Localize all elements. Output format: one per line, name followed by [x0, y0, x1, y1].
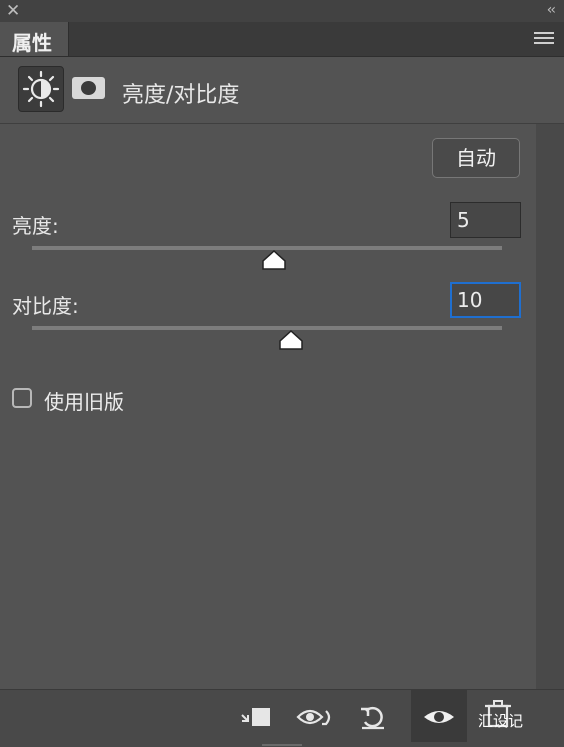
brightness-field[interactable]: 5 [450, 202, 521, 238]
properties-content: 自动 亮度: 5 对比度: 10 使用旧版 [0, 124, 536, 689]
adjustment-header: 亮度/对比度 [0, 57, 564, 124]
brightness-label: 亮度: [12, 214, 59, 238]
use-legacy-checkbox[interactable] [12, 388, 32, 408]
brightness-slider-thumb[interactable] [261, 250, 287, 270]
contrast-slider-track[interactable] [32, 326, 502, 330]
clip-to-layer-icon[interactable] [238, 702, 274, 732]
tab-properties-label: 属性 [12, 31, 52, 55]
adjustment-title: 亮度/对比度 [122, 83, 240, 108]
use-legacy-label[interactable]: 使用旧版 [44, 386, 124, 415]
toggle-visibility-icon[interactable] [421, 702, 457, 732]
watermark-text: 汇设记 [478, 712, 524, 730]
panel-menu-icon[interactable] [534, 32, 554, 46]
tab-strip: 属性 [0, 22, 564, 57]
reset-icon[interactable] [356, 702, 392, 732]
panel-titlebar: ✕ ‹‹ [0, 0, 564, 22]
scrollbar[interactable] [536, 124, 564, 689]
contrast-field[interactable]: 10 [450, 282, 521, 318]
collapse-icon[interactable]: ‹‹ [547, 1, 556, 19]
close-icon[interactable]: ✕ [6, 1, 20, 21]
auto-button[interactable]: 自动 [432, 138, 520, 178]
tab-properties[interactable]: 属性 [0, 22, 69, 56]
view-previous-state-icon[interactable] [296, 702, 332, 732]
contrast-label: 对比度: [12, 294, 79, 318]
layer-mask-icon[interactable] [72, 77, 105, 99]
panel-footer: 汇设记 [0, 689, 564, 747]
contrast-slider-thumb[interactable] [278, 330, 304, 350]
brightness-contrast-icon[interactable] [18, 66, 64, 112]
